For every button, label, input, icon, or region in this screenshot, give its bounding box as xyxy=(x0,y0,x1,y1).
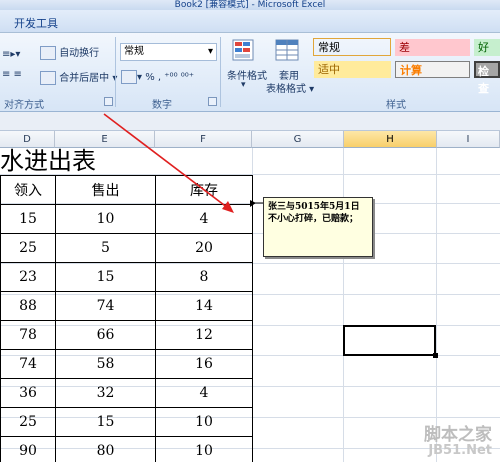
arrow-line xyxy=(103,113,229,209)
cell-comment[interactable]: 张三与5015年5月1日不小心打碎，已赔款； xyxy=(263,197,373,257)
watermark: 脚本之家 JB51.Net xyxy=(424,425,492,459)
arrow-head xyxy=(222,201,234,213)
selected-cell[interactable] xyxy=(343,325,436,356)
watermark-line2: JB51.Net xyxy=(428,443,492,458)
fill-handle[interactable] xyxy=(433,353,438,358)
annotation-arrow xyxy=(103,113,263,213)
watermark-line1: 脚本之家 xyxy=(424,425,492,445)
